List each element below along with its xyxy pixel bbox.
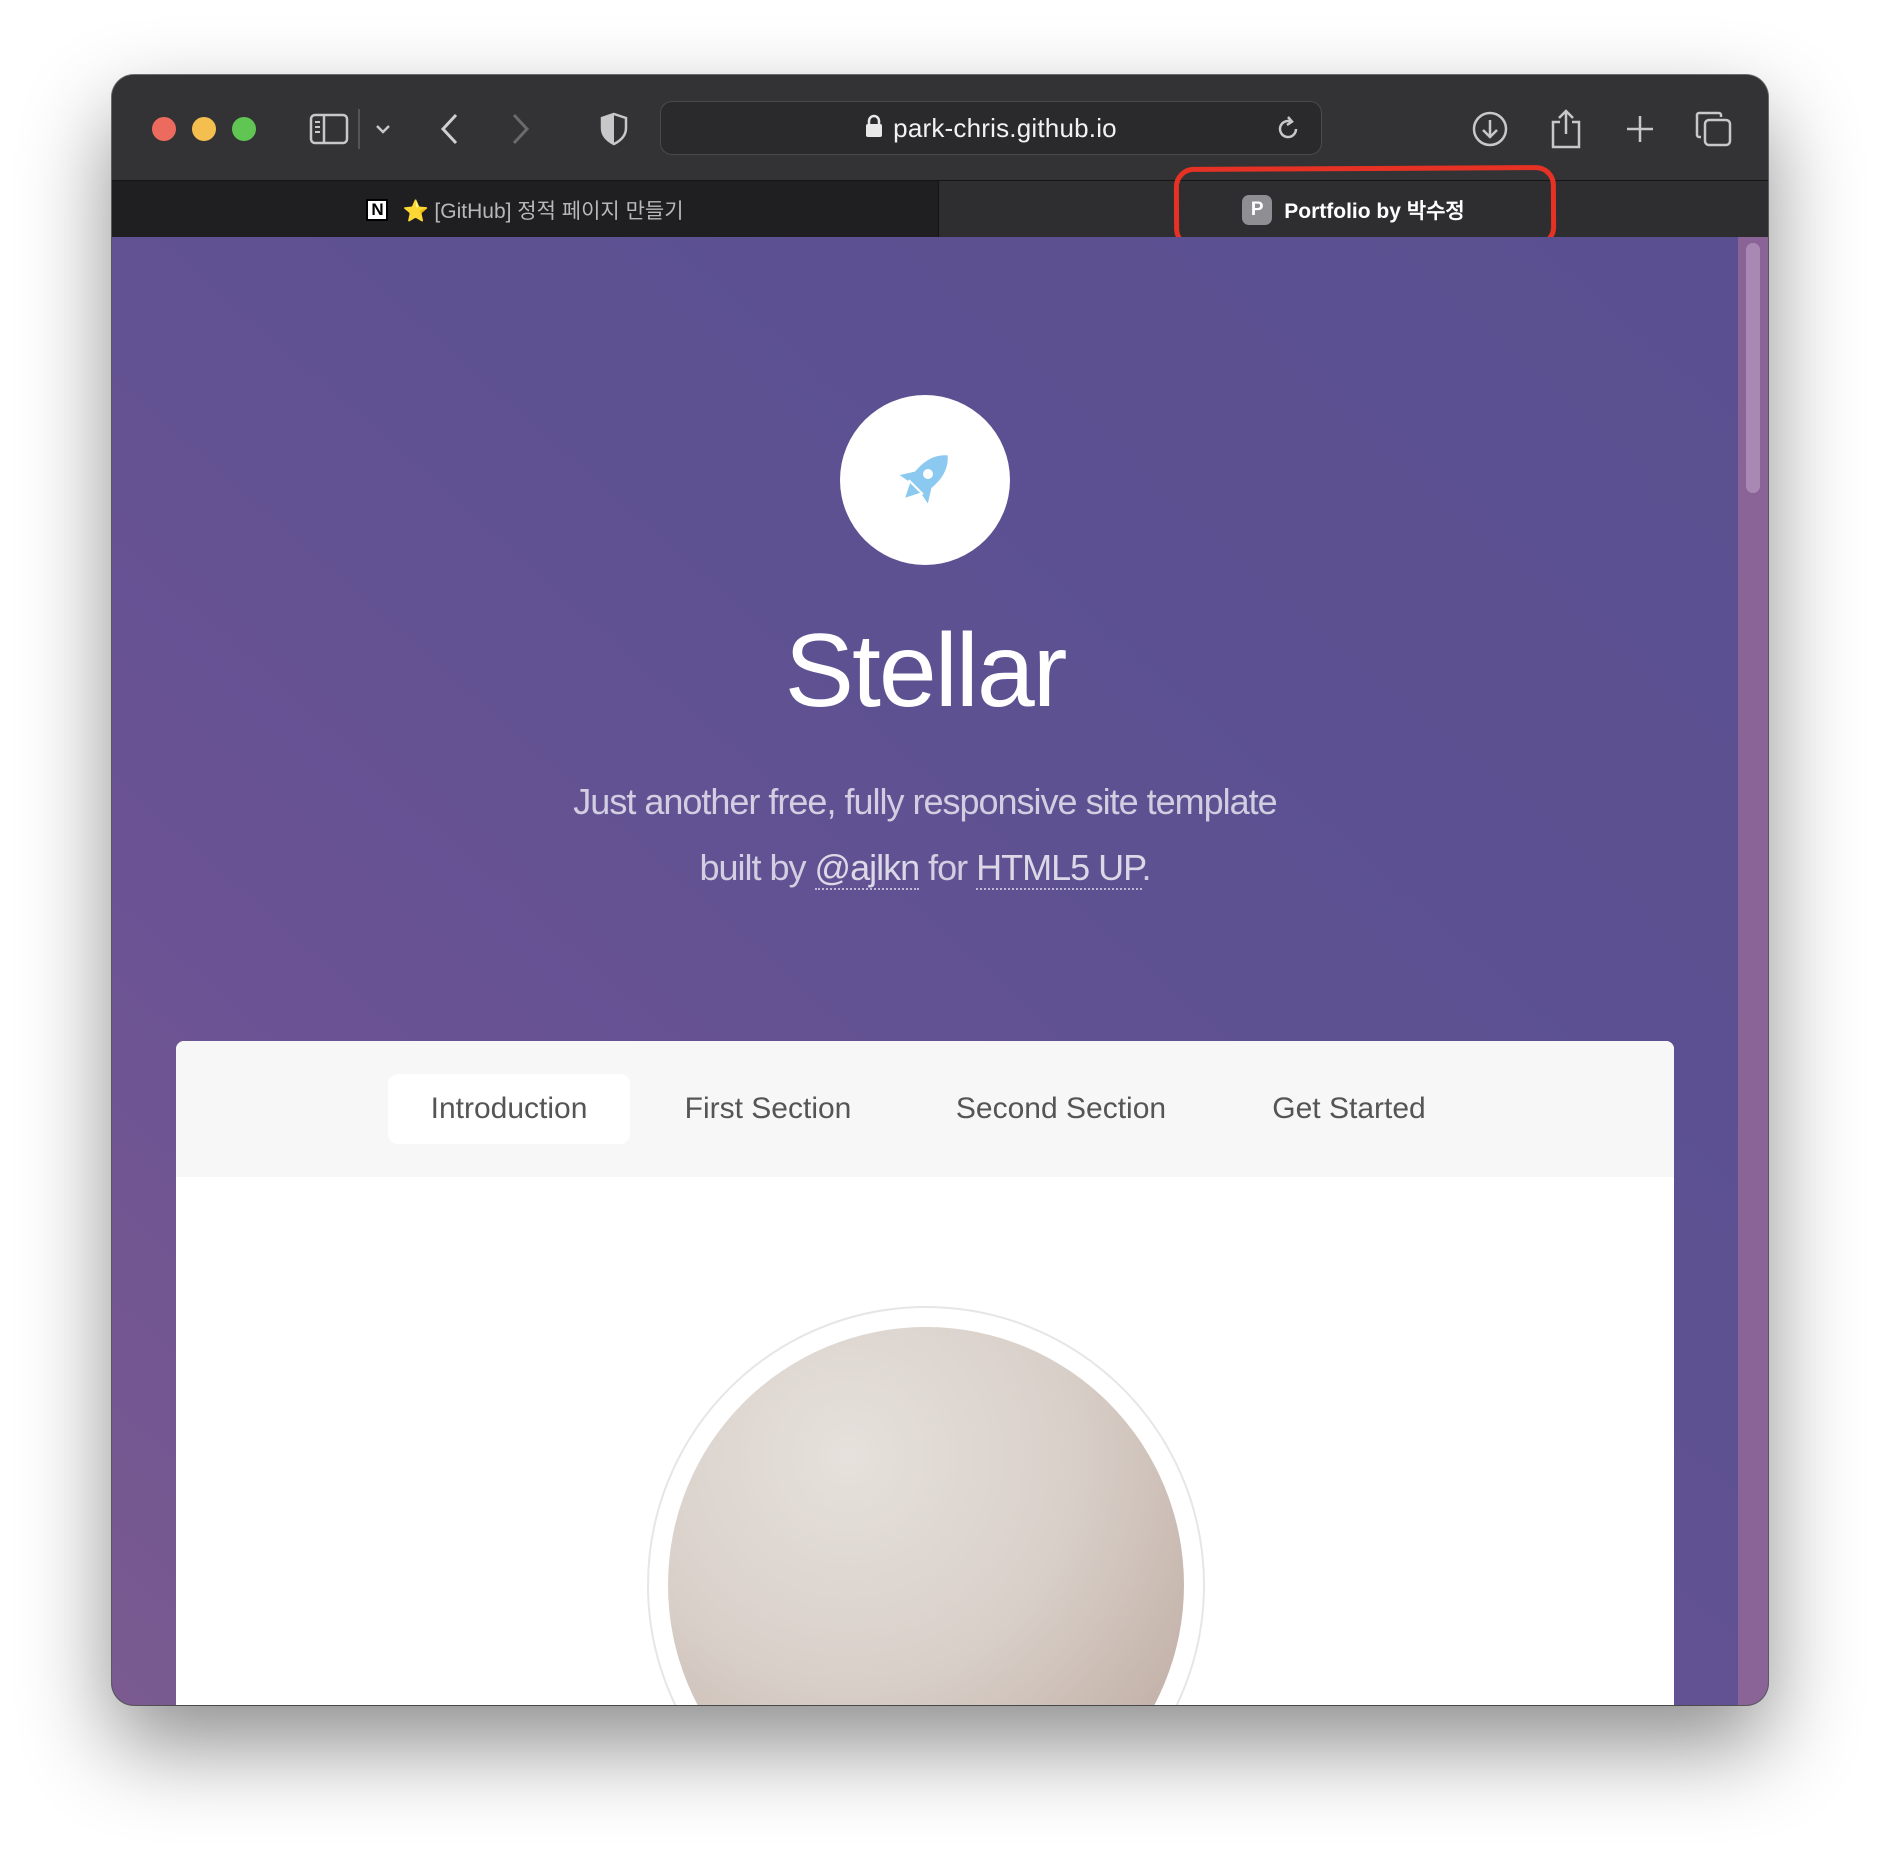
sidebar-icon[interactable] xyxy=(306,103,352,155)
browser-window: park-chris.github.io N ⭐ [GitHub] 정적 페이지… xyxy=(112,75,1768,1705)
forward-icon[interactable] xyxy=(500,103,540,155)
nav-first-section[interactable]: First Section xyxy=(668,1074,868,1144)
back-icon[interactable] xyxy=(430,103,470,155)
tab-github-static-page[interactable]: N ⭐ [GitHub] 정적 페이지 만들기 xyxy=(112,181,939,238)
nav-introduction[interactable]: Introduction xyxy=(388,1074,630,1144)
toolbar-divider xyxy=(358,109,360,149)
reload-icon[interactable] xyxy=(1275,115,1301,148)
tagline-end: . xyxy=(1141,847,1152,888)
tab-title: ⭐ [GitHub] 정적 페이지 만들기 xyxy=(402,199,684,223)
minimize-window-button[interactable] xyxy=(192,117,216,141)
page-title: Stellar xyxy=(784,613,1068,729)
notion-icon: N xyxy=(366,198,389,221)
page-content: Stellar Just another free, fully respons… xyxy=(112,237,1768,1705)
nav-second-section[interactable]: Second Section xyxy=(946,1074,1176,1144)
tagline: Just another free, fully responsive site… xyxy=(112,769,1738,901)
scrollbar-thumb[interactable] xyxy=(1746,243,1760,493)
tagline-line2: built by @ajlkn for HTML5 UP. xyxy=(112,835,1738,901)
html5up-link[interactable]: HTML5 UP xyxy=(976,847,1143,890)
download-icon[interactable] xyxy=(1468,103,1512,155)
chevron-down-icon[interactable] xyxy=(368,103,398,155)
tagline-prefix: built by xyxy=(699,847,815,888)
share-icon[interactable] xyxy=(1544,103,1588,155)
shield-icon[interactable] xyxy=(594,103,634,155)
section-nav: Introduction First Section Second Sectio… xyxy=(176,1041,1674,1177)
new-tab-icon[interactable] xyxy=(1618,103,1662,155)
lock-icon xyxy=(865,114,883,143)
author-link[interactable]: @ajlkn xyxy=(814,847,920,890)
rocket-icon xyxy=(885,438,965,523)
scrollbar[interactable] xyxy=(1738,237,1768,1705)
main-panel: Introduction First Section Second Sectio… xyxy=(176,1041,1674,1705)
address-bar[interactable]: park-chris.github.io xyxy=(660,101,1322,155)
zoom-window-button[interactable] xyxy=(232,117,256,141)
tab-overview-icon[interactable] xyxy=(1692,103,1736,155)
tagline-mid: for xyxy=(919,847,977,888)
nav-get-started[interactable]: Get Started xyxy=(1254,1074,1444,1144)
url-text: park-chris.github.io xyxy=(893,112,1117,143)
logo xyxy=(840,395,1010,565)
tagline-line1: Just another free, fully responsive site… xyxy=(573,781,1277,822)
close-window-button[interactable] xyxy=(152,117,176,141)
